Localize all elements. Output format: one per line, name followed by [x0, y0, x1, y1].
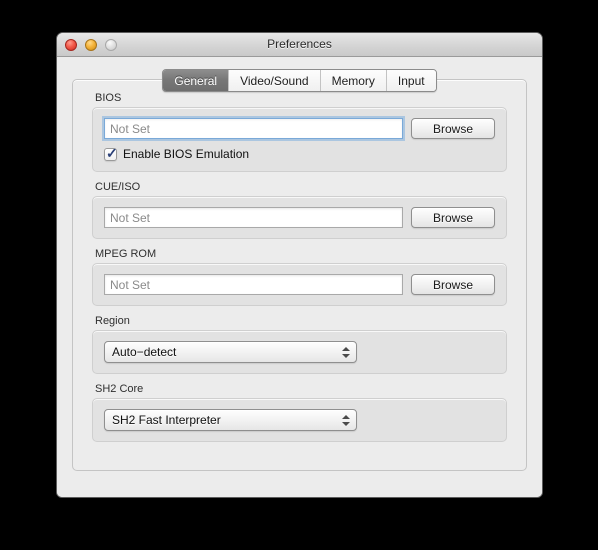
sh2core-select[interactable]: SH2 Fast Interpreter — [104, 409, 357, 431]
bios-browse-label: Browse — [432, 121, 473, 136]
settings-sections: BIOS Not Set Browse ✓ Enable BIOS Emulat… — [92, 92, 507, 451]
cueiso-browse-label: Browse — [432, 210, 473, 225]
minimize-button-icon[interactable] — [85, 39, 97, 51]
bios-path-row: Not Set Browse — [104, 118, 495, 139]
tab-input[interactable]: Input — [385, 70, 436, 91]
mpegrom-path-placeholder: Not Set — [110, 277, 151, 292]
sh2core-select-stepper-icon[interactable] — [340, 410, 351, 430]
section-cueiso-label: CUE/ISO — [95, 181, 141, 193]
tab-video-sound-label: Video/Sound — [240, 73, 309, 88]
region-select[interactable]: Auto−detect — [104, 341, 357, 363]
window-body: General Video/Sound Memory Input BIOS No… — [57, 57, 542, 497]
cueiso-path-input[interactable]: Not Set — [104, 207, 403, 228]
tab-video-sound[interactable]: Video/Sound — [228, 70, 320, 91]
section-bios: BIOS Not Set Browse ✓ Enable BIOS Emulat… — [92, 92, 507, 172]
cueiso-path-placeholder: Not Set — [110, 210, 151, 225]
section-region-label: Region — [95, 315, 130, 327]
chevron-down-icon — [341, 353, 350, 358]
tab-bar: General Video/Sound Memory Input — [57, 69, 542, 92]
section-region-groupbox: Auto−detect — [92, 330, 507, 374]
mpegrom-path-row: Not Set Browse — [104, 274, 495, 295]
chevron-up-icon — [341, 346, 350, 351]
window-title: Preferences — [267, 37, 332, 51]
close-button-icon[interactable] — [65, 39, 77, 51]
region-select-value: Auto−detect — [112, 345, 177, 359]
sh2core-select-value: SH2 Fast Interpreter — [112, 413, 221, 427]
zoom-button-icon[interactable] — [105, 39, 117, 51]
tab-memory-label: Memory — [331, 73, 375, 88]
section-sh2core-groupbox: SH2 Fast Interpreter — [92, 398, 507, 442]
section-sh2core: SH2 Core SH2 Fast Interpreter — [92, 383, 507, 442]
cueiso-browse-button[interactable]: Browse — [411, 207, 495, 228]
section-bios-groupbox: Not Set Browse ✓ Enable BIOS Emulation — [92, 107, 507, 172]
window-titlebar[interactable]: Preferences — [57, 33, 542, 57]
chevron-up-icon — [341, 414, 350, 419]
section-mpegrom-label: MPEG ROM — [95, 248, 157, 260]
section-bios-label: BIOS — [95, 92, 122, 104]
section-mpegrom-groupbox: Not Set Browse — [92, 263, 507, 306]
preferences-window: Preferences General Video/Sound Memory I… — [56, 32, 543, 498]
tab-general[interactable]: General — [163, 70, 229, 91]
bios-path-input[interactable]: Not Set — [104, 118, 403, 139]
general-tab-panel: BIOS Not Set Browse ✓ Enable BIOS Emulat… — [72, 79, 527, 471]
mpegrom-path-input[interactable]: Not Set — [104, 274, 403, 295]
mpegrom-browse-label: Browse — [432, 277, 473, 292]
enable-bios-emulation-label: Enable BIOS Emulation — [123, 147, 250, 161]
section-cueiso: CUE/ISO Not Set Browse — [92, 181, 507, 239]
tab-group: General Video/Sound Memory Input — [162, 69, 437, 92]
mpegrom-browse-button[interactable]: Browse — [411, 274, 495, 295]
bios-browse-button[interactable]: Browse — [411, 118, 495, 139]
bios-path-placeholder: Not Set — [110, 121, 151, 136]
section-sh2core-label: SH2 Core — [95, 383, 144, 395]
cueiso-path-row: Not Set Browse — [104, 207, 495, 228]
enable-bios-emulation-checkbox[interactable]: ✓ — [104, 144, 118, 161]
region-select-stepper-icon[interactable] — [340, 342, 351, 362]
section-cueiso-groupbox: Not Set Browse — [92, 196, 507, 239]
tab-memory[interactable]: Memory — [319, 70, 386, 91]
tab-general-label: General — [174, 73, 218, 88]
window-controls — [65, 39, 117, 51]
section-mpegrom: MPEG ROM Not Set Browse — [92, 248, 507, 306]
chevron-down-icon — [341, 421, 350, 426]
checkmark-icon: ✓ — [106, 144, 118, 161]
tab-input-label: Input — [397, 73, 425, 88]
enable-bios-emulation-row[interactable]: ✓ Enable BIOS Emulation — [104, 144, 495, 161]
section-region: Region Auto−detect — [92, 315, 507, 374]
